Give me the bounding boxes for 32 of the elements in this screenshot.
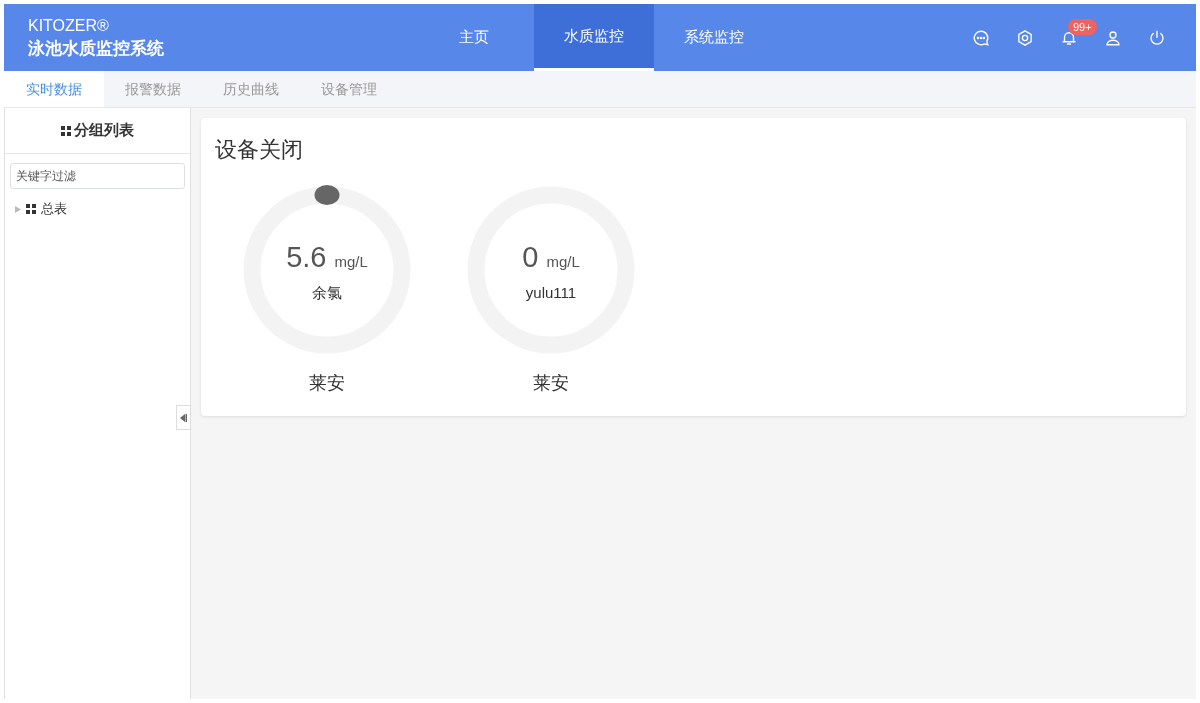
- gauge-location: 莱安: [533, 372, 569, 395]
- sidebar-title: 分组列表: [74, 120, 134, 141]
- collapse-button[interactable]: [176, 405, 191, 430]
- notification-badge: 99+: [1068, 18, 1097, 35]
- app-title: 泳池水质监控系统: [28, 37, 165, 60]
- gauge-label: 余氯: [312, 282, 342, 303]
- nav-tab[interactable]: 水质监控: [534, 4, 654, 71]
- grid-icon: [26, 204, 36, 214]
- collapse-icon: [180, 413, 187, 422]
- tree-label: 总表: [41, 200, 67, 219]
- gauge-location: 莱安: [309, 372, 345, 395]
- settings-icon[interactable]: [1016, 28, 1034, 47]
- chat-icon[interactable]: [972, 28, 990, 47]
- gauge-unit: mg/L: [546, 252, 580, 272]
- gauge-value: 0: [522, 240, 539, 275]
- gauge-label: yulu111: [525, 282, 577, 303]
- gauge-value: 5.6: [286, 240, 327, 275]
- sub-tab[interactable]: 历史曲线: [202, 71, 300, 107]
- gauge-marker: [314, 184, 340, 206]
- panel-title: 设备关闭: [215, 136, 304, 164]
- sub-tab[interactable]: 实时数据: [4, 71, 104, 107]
- gauge-unit: mg/L: [334, 252, 368, 272]
- sub-tab[interactable]: 报警数据: [104, 71, 202, 107]
- grid-icon: [61, 125, 71, 136]
- filter-input[interactable]: 关键字过滤: [10, 163, 185, 189]
- user-icon[interactable]: [1104, 28, 1122, 47]
- power-icon[interactable]: [1148, 28, 1166, 47]
- nav-tab[interactable]: 主页: [414, 4, 534, 71]
- nav-tab[interactable]: 系统监控: [654, 4, 774, 71]
- sub-tab[interactable]: 设备管理: [300, 71, 398, 107]
- brand-name: KITOZER®: [28, 15, 110, 36]
- tree-item[interactable]: 总表: [5, 199, 190, 219]
